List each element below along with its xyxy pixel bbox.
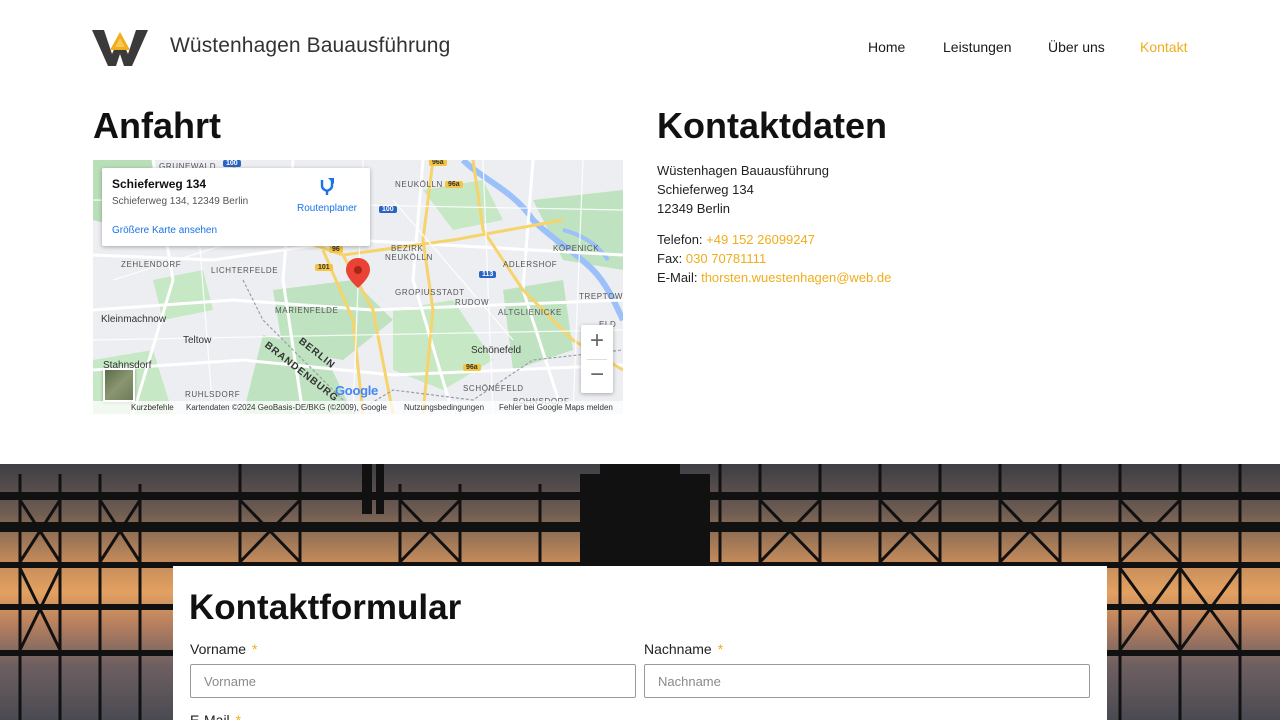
- zoom-divider: [587, 359, 607, 360]
- contact-form-heading: Kontaktformular: [189, 588, 462, 627]
- map-label: LICHTERFELDE: [211, 266, 279, 275]
- email-field-label-text: E-Mail: [190, 712, 230, 720]
- anfahrt-heading: Anfahrt: [93, 105, 221, 146]
- contact-phone-row: Telefon: +49 152 26099247: [657, 230, 891, 249]
- nachname-label-text: Nachname: [644, 641, 712, 657]
- contact-street: Schieferweg 134: [657, 182, 754, 197]
- road-shield: 101: [315, 264, 333, 271]
- map-label: MARIENFELDE: [275, 306, 339, 315]
- road-shield: 96a: [429, 160, 447, 166]
- nav-ueber-uns[interactable]: Über uns: [1048, 39, 1105, 55]
- required-mark: *: [235, 712, 242, 720]
- map-place-address: Schieferweg 134, 12349 Berlin: [112, 196, 249, 207]
- map-label: TREPTOW-: [579, 292, 623, 301]
- map-label: ADLERSHOF: [503, 260, 558, 269]
- map-footer: Kurzbefehle Kartendaten ©2024 GeoBasis-D…: [93, 401, 623, 414]
- map-label: SCHÖNEFELD: [463, 384, 524, 393]
- map-info-card: Schieferweg 134 Schieferweg 134, 12349 B…: [102, 168, 370, 246]
- map-label: KÖPENICK: [553, 244, 600, 253]
- nav-kontakt[interactable]: Kontakt: [1140, 39, 1187, 55]
- fax-link[interactable]: 030 70781111: [686, 251, 766, 266]
- map-label: NEUKÖLLN: [385, 253, 433, 262]
- phone-link[interactable]: +49 152 26099247: [706, 232, 815, 247]
- map-label: BEZIRK: [391, 244, 424, 253]
- vorname-label: Vorname *: [190, 641, 258, 657]
- email-link[interactable]: thorsten.wuestenhagen@web.de: [701, 270, 891, 285]
- road-shield: 100: [223, 160, 241, 167]
- road-shield: 96a: [463, 364, 481, 371]
- contact-company: Wüstenhagen Bauausführung: [657, 163, 830, 178]
- kontaktdaten-heading: Kontaktdaten: [657, 105, 888, 146]
- zoom-in-button[interactable]: +: [581, 325, 613, 359]
- vorname-input[interactable]: [190, 664, 636, 698]
- contact-city: 12349 Berlin: [657, 201, 730, 216]
- road-shield: 113: [479, 271, 497, 278]
- google-logo-text: Google: [335, 383, 378, 398]
- google-logo: Google: [335, 383, 378, 398]
- map-label: Kleinmachnow: [101, 314, 167, 325]
- nav-home[interactable]: Home: [868, 39, 905, 55]
- road-shield: 96a: [445, 181, 463, 188]
- map-label: ZEHLENDORF: [121, 260, 182, 269]
- route-planner-label: Routenplaner: [296, 203, 358, 214]
- contact-form: Kontaktformular Vorname * Nachname * E-Mai…: [173, 566, 1107, 720]
- road-shield: 100: [379, 206, 397, 213]
- phone-label: Telefon:: [657, 232, 703, 247]
- required-mark: *: [252, 641, 258, 657]
- brand-name[interactable]: Wüstenhagen Bauausführung: [170, 34, 450, 58]
- map-label: NEUKÖLLN: [395, 180, 443, 189]
- map-label: GROPIUSSTADT: [395, 288, 465, 297]
- nachname-input[interactable]: [644, 664, 1090, 698]
- map-label: ALTGLIENICKE: [498, 308, 562, 317]
- contact-details: Wüstenhagen Bauausführung Schieferweg 13…: [657, 161, 891, 287]
- site-header: Wüstenhagen Bauausführung Home Leistunge…: [0, 0, 1280, 95]
- map-terms-link[interactable]: Nutzungsbedingungen: [404, 403, 484, 412]
- satellite-toggle[interactable]: [103, 368, 135, 402]
- map-label: RUDOW: [455, 298, 490, 307]
- map-label: Teltow: [183, 335, 212, 346]
- map-report-link[interactable]: Fehler bei Google Maps melden: [499, 403, 613, 412]
- email-field-label: E-Mail *: [190, 712, 241, 720]
- required-mark: *: [717, 641, 724, 657]
- fax-label: Fax:: [657, 251, 683, 266]
- contact-fax-row: Fax: 030 70781111: [657, 249, 891, 268]
- directions-icon: [320, 178, 334, 195]
- map-place-title: Schieferweg 134: [112, 177, 207, 191]
- contact-email-row: E-Mail: thorsten.wuestenhagen@web.de: [657, 268, 891, 287]
- vorname-label-text: Vorname: [190, 641, 247, 657]
- map-data-text: Kartendaten ©2024 GeoBasis-DE/BKG (©2009…: [186, 403, 387, 412]
- map-label: Schönefeld: [471, 345, 522, 356]
- route-planner-button[interactable]: Routenplaner: [295, 178, 359, 214]
- logo-icon[interactable]: [92, 28, 148, 68]
- nachname-label: Nachname *: [644, 641, 723, 657]
- zoom-out-button[interactable]: −: [581, 359, 613, 393]
- map-zoom-control: + −: [581, 325, 613, 393]
- road-shield: 96: [329, 246, 343, 253]
- email-label: E-Mail:: [657, 270, 698, 285]
- bigger-map-link[interactable]: Größere Karte ansehen: [112, 225, 217, 236]
- google-map[interactable]: GRUNEWALD NEUKÖLLN ZEHLENDORF LICHTERFEL…: [93, 160, 623, 414]
- map-shortcuts-link[interactable]: Kurzbefehle: [131, 403, 174, 412]
- map-label: RUHLSDORF: [185, 390, 241, 399]
- nav-leistungen[interactable]: Leistungen: [943, 39, 1012, 55]
